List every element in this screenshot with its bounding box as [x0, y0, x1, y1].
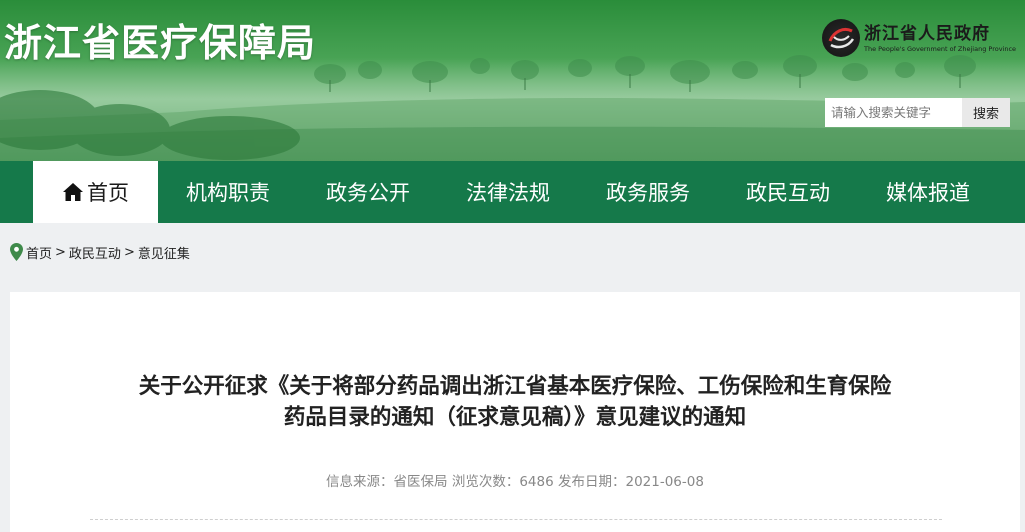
gov-emblem-icon — [822, 19, 860, 57]
gov-name: 浙江省人民政府 — [864, 24, 990, 44]
breadcrumb-home-link[interactable]: 首页 — [26, 243, 52, 262]
views-value: 6486 — [519, 474, 554, 490]
search-input[interactable] — [825, 98, 962, 127]
article-title-line-2: 药品目录的通知（征求意见稿）》意见建议的通知 — [283, 405, 747, 430]
nav-item-home[interactable]: 首页 — [33, 161, 158, 223]
article-panel: 关于公开征求《关于将部分药品调出浙江省基本医疗保险、工伤保险和生育保险 药品目录… — [10, 292, 1020, 532]
article-meta: 信息来源：省医保局 浏览次数：6486 发布日期：2021-06-08 — [10, 470, 1020, 490]
site-banner: 浙江省医疗保障局 浙江省人民政府 The People's Government… — [0, 0, 1025, 161]
home-icon — [63, 183, 83, 201]
search-button[interactable]: 搜索 — [962, 98, 1010, 127]
search-box: 搜索 — [825, 98, 1010, 127]
breadcrumb-separator: > — [123, 244, 135, 260]
source-label: 信息来源： — [326, 474, 394, 490]
nav-item-media[interactable]: 媒体报道 — [858, 161, 998, 223]
site-title: 浙江省医疗保障局 — [4, 21, 317, 65]
breadcrumb-interaction-link[interactable]: 政民互动 — [69, 243, 121, 262]
main-nav: 首页 机构职责 政务公开 法律法规 政务服务 政民互动 媒体报道 — [0, 161, 1025, 223]
nav-item-services[interactable]: 政务服务 — [578, 161, 718, 223]
source-value: 省医保局 — [393, 474, 448, 490]
breadcrumb: 首页 > 政民互动 > 意见征集 — [10, 242, 190, 262]
nav-item-label: 首页 — [87, 181, 129, 205]
date-value: 2021-06-08 — [625, 474, 704, 490]
date-label: 发布日期： — [557, 474, 626, 490]
gov-name-en: The People's Government of Zhejiang Prov… — [864, 45, 1017, 53]
nav-item-label: 政民互动 — [746, 181, 830, 205]
breadcrumb-current[interactable]: 意见征集 — [138, 243, 190, 262]
nav-item-government-affairs[interactable]: 政务公开 — [298, 161, 438, 223]
nav-item-responsibilities[interactable]: 机构职责 — [158, 161, 298, 223]
nav-item-label: 机构职责 — [186, 181, 270, 205]
nav-item-label: 法律法规 — [466, 181, 550, 205]
nav-item-label: 媒体报道 — [886, 181, 970, 205]
breadcrumb-separator: > — [55, 244, 66, 260]
article-title-line-1: 关于公开征求《关于将部分药品调出浙江省基本医疗保险、工伤保险和生育保险 — [138, 374, 892, 399]
nav-item-label: 政务服务 — [606, 181, 690, 205]
nav-item-interaction[interactable]: 政民互动 — [718, 161, 858, 223]
article-title: 关于公开征求《关于将部分药品调出浙江省基本医疗保险、工伤保险和生育保险 药品目录… — [10, 371, 1020, 433]
nav-item-laws[interactable]: 法律法规 — [438, 161, 578, 223]
divider — [90, 519, 942, 520]
gov-logo-link[interactable]: 浙江省人民政府 The People's Government of Zheji… — [822, 18, 1016, 58]
nav-item-label: 政务公开 — [326, 181, 410, 205]
views-label: 浏览次数： — [451, 474, 520, 490]
location-pin-icon — [10, 243, 23, 261]
